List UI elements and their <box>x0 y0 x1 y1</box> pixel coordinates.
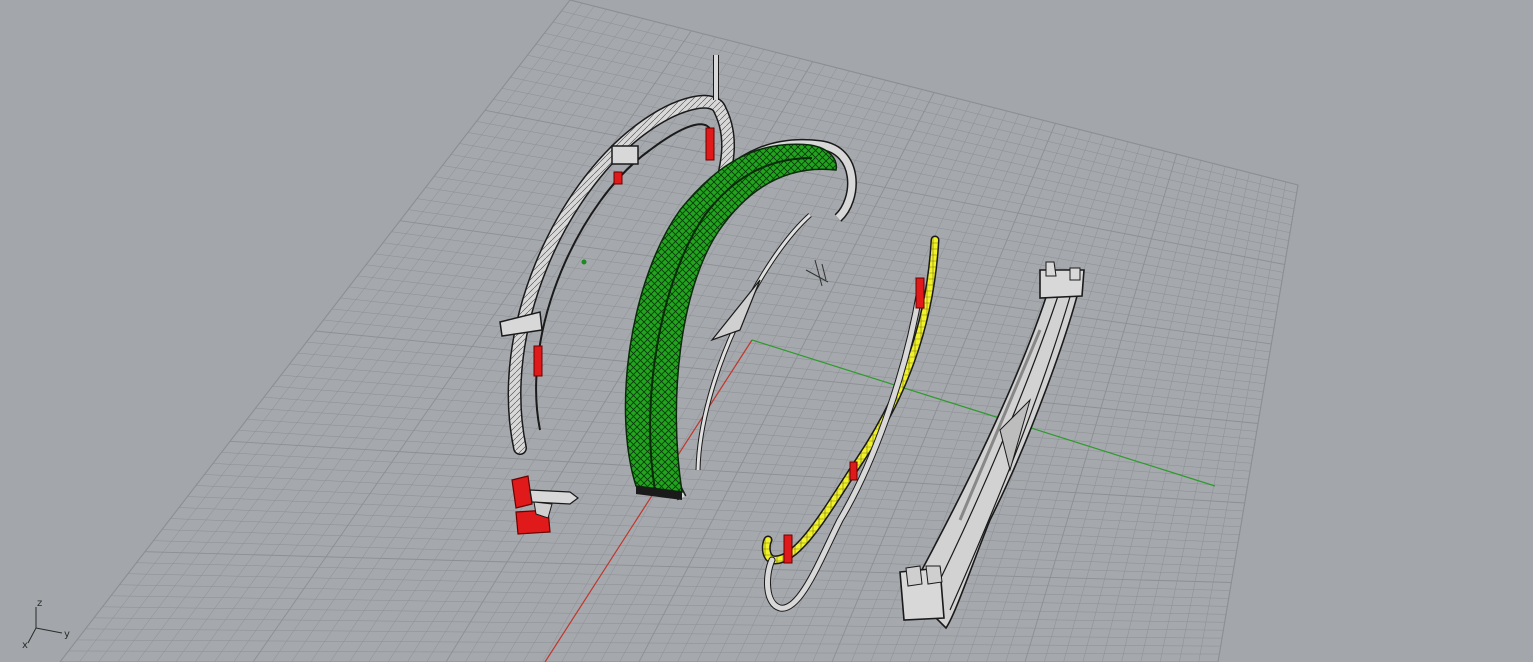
axis-widget: z y x <box>22 598 70 651</box>
red-tab-mid[interactable] <box>613 171 623 185</box>
viewport-canvas[interactable]: z y x <box>0 0 1533 662</box>
red-tab-rail-bottom[interactable] <box>783 534 793 564</box>
axis-widget-x-line <box>27 627 37 644</box>
perspective-viewport[interactable]: z y x <box>0 0 1533 662</box>
axis-label-x: x <box>22 640 28 651</box>
axis-widget-y-line <box>35 627 63 634</box>
green-point-marker[interactable] <box>581 259 587 265</box>
red-tab-upper[interactable] <box>705 127 715 161</box>
red-tab-rail-top[interactable] <box>915 277 925 309</box>
red-tab-rail-mid[interactable] <box>849 461 858 481</box>
red-tab-lower[interactable] <box>533 345 543 377</box>
axis-label-y: y <box>64 629 70 640</box>
axis-label-z: z <box>37 598 42 609</box>
